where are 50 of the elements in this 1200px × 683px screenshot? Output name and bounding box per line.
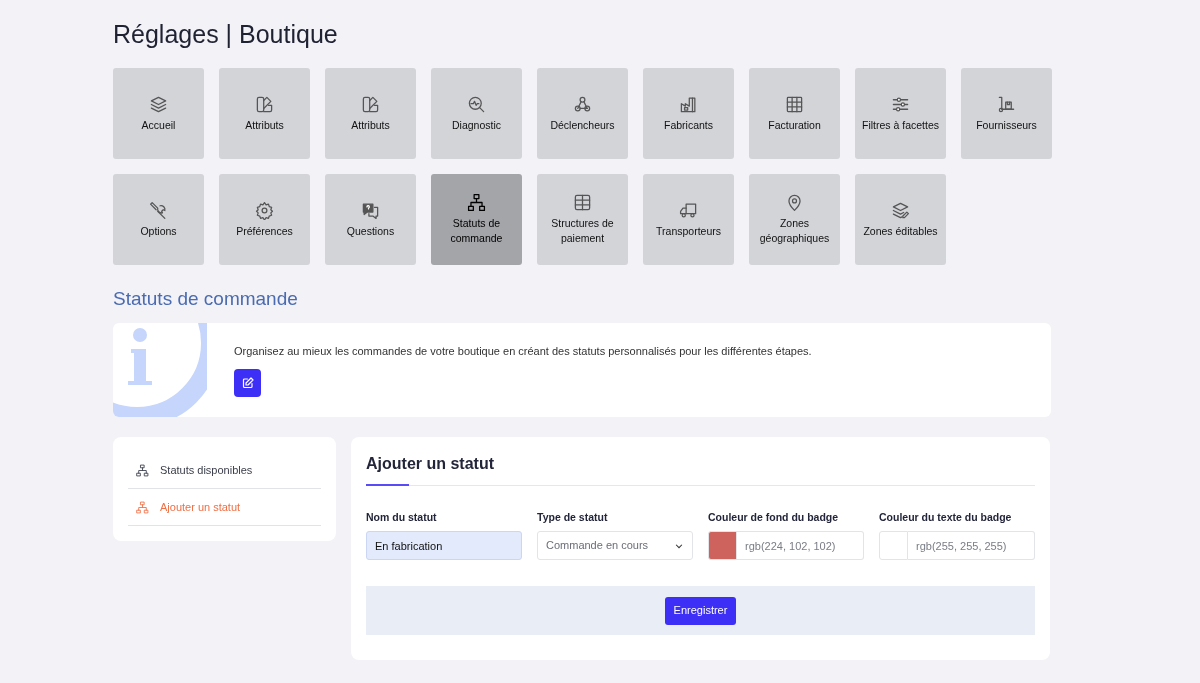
settings-tile[interactable]: Attributs [219, 68, 310, 159]
color-value-field[interactable]: rgb(224, 102, 102) [737, 531, 864, 560]
settings-tile[interactable]: Facturation [749, 68, 840, 159]
grid-table-icon [785, 94, 804, 114]
info-icon [113, 323, 207, 417]
settings-tile[interactable]: Attributs [325, 68, 416, 159]
sitemap-icon [467, 193, 486, 212]
section-title: Statuts de commande [113, 287, 298, 311]
field-label: Nom du statut [366, 511, 437, 524]
layers-icon [149, 94, 168, 114]
select-field[interactable]: Commande en cours [537, 531, 693, 560]
swatch-icon [255, 94, 274, 114]
info-text: Organisez au mieux les commandes de votre boutique en créant des statuts personnalisés pour les différentes étapes. [234, 344, 812, 358]
sitemap-icon [136, 500, 149, 514]
page-title: Réglages | Boutique [113, 19, 339, 50]
map-pin-icon [785, 193, 804, 212]
settings-icon [255, 200, 274, 220]
settings-tile[interactable]: Fabricants [643, 68, 734, 159]
settings-tile[interactable]: Structures de paiement [537, 174, 628, 265]
color-swatch[interactable] [879, 531, 908, 560]
magnifier-pulse-icon [467, 94, 486, 114]
settings-tile[interactable]: Déclencheurs [537, 68, 628, 159]
tab-underline [366, 484, 409, 486]
sidebar-item[interactable]: Statuts disponibles [128, 452, 321, 489]
input-field[interactable]: En fabrication [366, 531, 522, 560]
webhook-icon [573, 94, 592, 114]
edit-button[interactable] [234, 369, 261, 397]
settings-tile[interactable]: Fournisseurs [961, 68, 1052, 159]
sitemap-icon [136, 463, 149, 477]
hand-truck-icon [997, 94, 1016, 114]
settings-tile[interactable]: Zones géographiques [749, 174, 840, 265]
settings-tile[interactable]: Zones éditables [855, 174, 946, 265]
settings-tile[interactable]: Préférences [219, 174, 310, 265]
settings-tile[interactable]: Options [113, 174, 204, 265]
settings-tile[interactable]: Questions [325, 174, 416, 265]
settings-tile[interactable]: Diagnostic [431, 68, 522, 159]
field-label: Couleur du texte du badge [879, 511, 1012, 524]
settings-tile[interactable]: Filtres à facettes [855, 68, 946, 159]
edit-icon [241, 377, 254, 389]
save-button[interactable]: Enregistrer [664, 596, 737, 625]
swatch-icon [361, 94, 380, 114]
color-value-field[interactable]: rgb(255, 255, 255) [908, 531, 1035, 560]
settings-tile[interactable]: Transporteurs [643, 174, 734, 265]
settings-tile[interactable]: Accueil [113, 68, 204, 159]
color-swatch[interactable] [708, 531, 737, 560]
settings-tile[interactable]: Statuts de commande [431, 174, 522, 265]
form-title: Ajouter un statut [366, 454, 494, 474]
field-label: Type de statut [537, 511, 608, 524]
layers-pencil-icon [891, 200, 910, 220]
field-label: Couleur de fond du badge [708, 511, 839, 524]
